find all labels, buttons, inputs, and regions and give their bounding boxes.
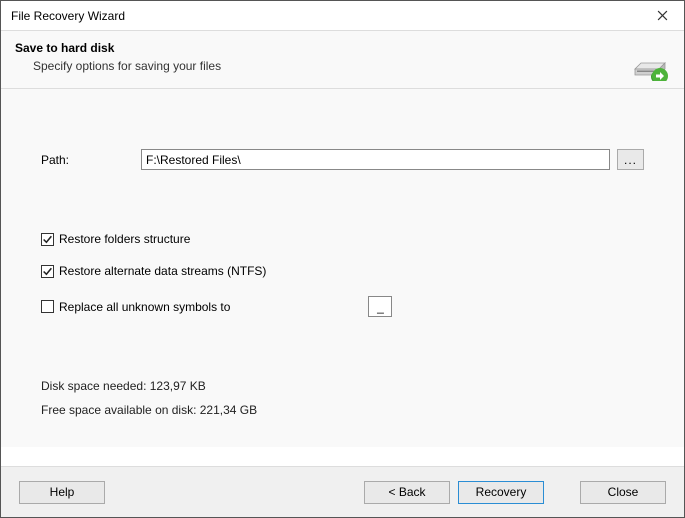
path-input[interactable] (141, 149, 610, 170)
restore-ads-label: Restore alternate data streams (NTFS) (59, 264, 266, 278)
titlebar: File Recovery Wizard (1, 1, 684, 31)
path-label: Path: (41, 153, 141, 167)
restore-folders-checkbox[interactable] (41, 233, 54, 246)
replace-symbols-row: Replace all unknown symbols to (41, 296, 644, 317)
free-space-available: Free space available on disk: 221,34 GB (41, 403, 257, 417)
header-title: Save to hard disk (15, 41, 670, 55)
header-subtitle: Specify options for saving your files (15, 59, 670, 73)
restore-ads-checkbox[interactable] (41, 265, 54, 278)
browse-button[interactable]: ... (617, 149, 644, 170)
replace-symbols-label: Replace all unknown symbols to (59, 300, 230, 314)
content-area: Path: ... Restore folders structure Rest… (1, 89, 684, 447)
close-icon[interactable] (640, 1, 684, 31)
wizard-header: Save to hard disk Specify options for sa… (1, 31, 684, 89)
path-row: Path: ... (41, 149, 644, 170)
recovery-button[interactable]: Recovery (458, 481, 544, 504)
options-panel: Restore folders structure Restore altern… (41, 232, 644, 317)
hard-disk-icon (629, 39, 671, 84)
restore-folders-row: Restore folders structure (41, 232, 644, 246)
back-button[interactable]: < Back (364, 481, 450, 504)
replace-symbol-input[interactable] (368, 296, 392, 317)
footer-buttons: Help < Back Recovery Close (1, 466, 684, 517)
help-button[interactable]: Help (19, 481, 105, 504)
restore-ads-row: Restore alternate data streams (NTFS) (41, 264, 644, 278)
close-button[interactable]: Close (580, 481, 666, 504)
disk-space-needed: Disk space needed: 123,97 KB (41, 379, 257, 393)
replace-symbols-checkbox[interactable] (41, 300, 54, 313)
stats-panel: Disk space needed: 123,97 KB Free space … (41, 379, 257, 427)
restore-folders-label: Restore folders structure (59, 232, 190, 246)
window-title: File Recovery Wizard (11, 9, 125, 23)
